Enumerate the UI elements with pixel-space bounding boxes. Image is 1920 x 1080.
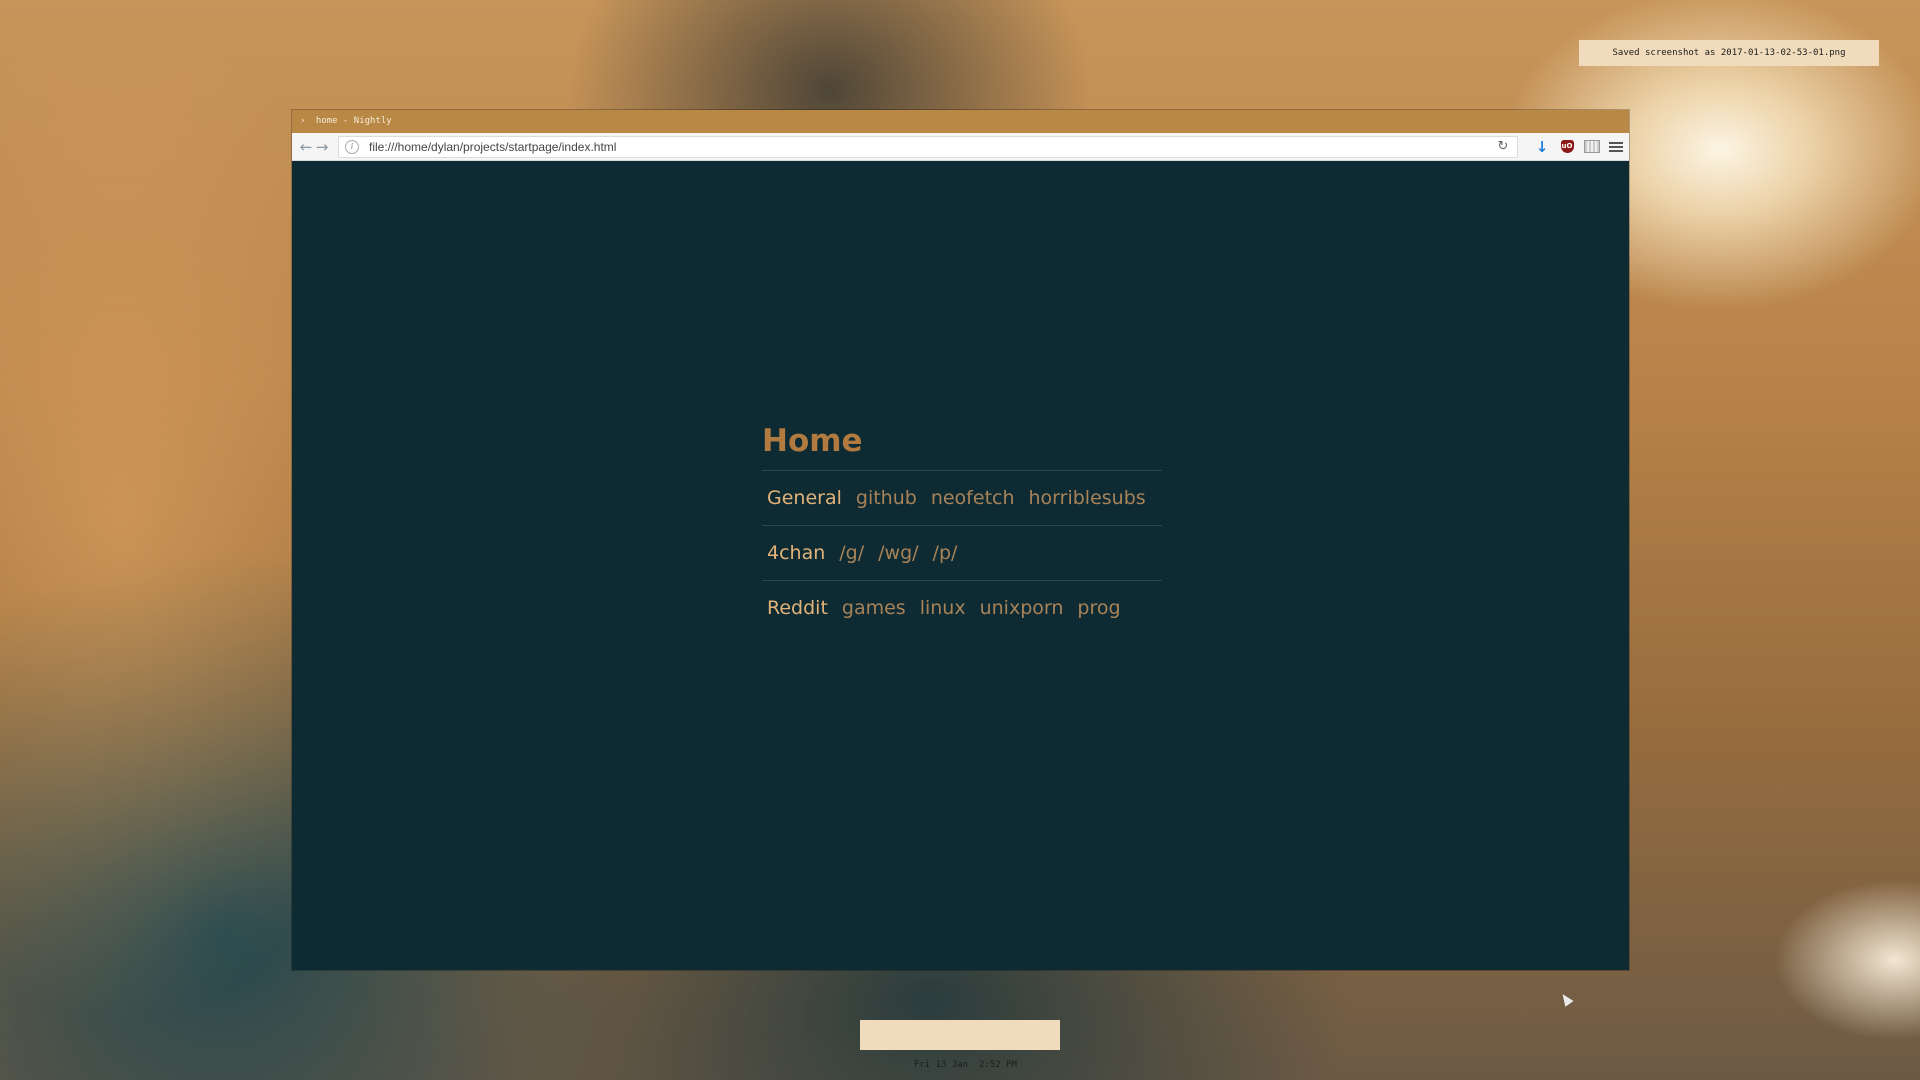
download-icon[interactable]: ↓ — [1534, 138, 1550, 156]
link-wg[interactable]: /wg/ — [878, 542, 918, 564]
mouse-cursor-icon — [1558, 991, 1574, 1007]
link-p[interactable]: /p/ — [933, 542, 958, 564]
link-g[interactable]: /g/ — [839, 542, 864, 564]
link-row-reddit: Reddit games linux unixporn prog — [762, 580, 1162, 635]
link-row-general: General github neofetch horriblesubs — [762, 470, 1162, 525]
hamburger-menu-icon[interactable] — [1609, 139, 1623, 155]
link-horriblesubs[interactable]: horriblesubs — [1029, 487, 1146, 509]
ublock-shield-icon: uO — [1560, 140, 1574, 153]
row-heading: Reddit — [767, 597, 828, 620]
info-icon[interactable]: i — [345, 139, 359, 154]
link-prog[interactable]: prog — [1077, 597, 1120, 619]
clock-bar: Fri 13 Jan 2:52 PM — [860, 1020, 1060, 1070]
screenshot-notification: Saved screenshot as 2017-01-13-02-53-01.… — [1579, 40, 1879, 66]
window-title: home - Nightly — [315, 116, 392, 126]
notification-text: Saved screenshot as 2017-01-13-02-53-01.… — [1612, 48, 1846, 58]
url-input[interactable] — [369, 137, 1495, 156]
url-bar[interactable]: i ↻ — [338, 135, 1518, 158]
ublock-origin-icon[interactable]: uO — [1559, 139, 1575, 155]
toolbar-icons: ↓ uO — [1534, 138, 1623, 156]
clock-text: Fri 13 Jan 2:52 PM — [913, 1060, 1017, 1070]
page-title: Home — [762, 423, 863, 459]
link-unixporn[interactable]: unixporn — [980, 597, 1064, 619]
link-neofetch[interactable]: neofetch — [931, 487, 1015, 509]
link-linux[interactable]: linux — [920, 597, 966, 619]
page-content: Home General github neofetch horriblesub… — [292, 161, 1629, 970]
screenshot-glyph-icon — [1584, 140, 1600, 153]
link-github[interactable]: github — [856, 487, 917, 509]
startpage: Home General github neofetch horriblesub… — [762, 423, 1162, 635]
navigation-toolbar: ← → i ↻ ↓ uO — [292, 133, 1629, 161]
screenshot-icon[interactable] — [1584, 139, 1600, 155]
link-row-4chan: 4chan /g/ /wg/ /p/ — [762, 525, 1162, 580]
browser-window: › home - Nightly ← → i ↻ ↓ uO — [292, 110, 1629, 970]
row-heading: 4chan — [767, 542, 826, 565]
window-titlebar[interactable]: › home - Nightly — [292, 110, 1629, 133]
title-caret-icon: › — [300, 116, 306, 126]
row-heading: General — [767, 487, 842, 510]
back-arrow-icon[interactable]: ← — [298, 138, 314, 156]
reload-icon[interactable]: ↻ — [1495, 139, 1511, 154]
link-games[interactable]: games — [842, 597, 906, 619]
forward-arrow-icon[interactable]: → — [314, 138, 330, 156]
